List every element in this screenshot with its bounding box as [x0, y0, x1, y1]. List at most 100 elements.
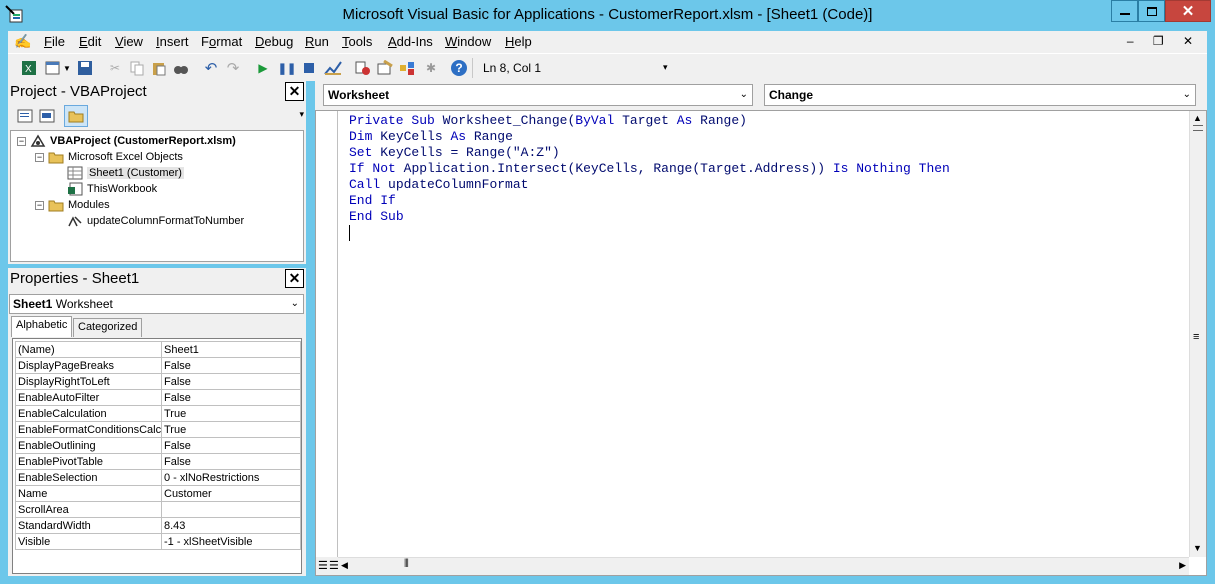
- menu-help[interactable]: Help: [505, 34, 532, 49]
- close-button[interactable]: ✕: [1165, 0, 1211, 22]
- property-value[interactable]: Sheet1: [161, 341, 301, 358]
- property-row[interactable]: Visible -1 - xlSheetVisible: [15, 533, 301, 550]
- tree-node-vbaproject[interactable]: − VBAProject (CustomerReport.xlsm): [17, 134, 236, 148]
- procedure-combo[interactable]: Change ⌄: [764, 84, 1196, 106]
- maximize-button[interactable]: [1138, 0, 1165, 22]
- property-value[interactable]: [161, 501, 301, 518]
- vba-menu-icon[interactable]: ✍: [14, 33, 31, 50]
- property-row[interactable]: EnableAutoFilter False: [15, 389, 301, 406]
- procedure-view-icon[interactable]: ☰: [318, 559, 328, 572]
- menu-view[interactable]: View: [115, 34, 143, 49]
- code-line[interactable]: Set KeyCells = Range("A:Z"): [349, 145, 950, 161]
- code-line[interactable]: [349, 225, 950, 241]
- properties-pane-close-button[interactable]: ✕: [285, 269, 304, 288]
- property-row[interactable]: StandardWidth 8.43: [15, 517, 301, 534]
- mdi-window-controls[interactable]: ‒ ❐ ✕: [1127, 34, 1201, 48]
- save-icon[interactable]: [76, 59, 94, 77]
- cut-icon[interactable]: ✂: [106, 59, 124, 77]
- menu-window[interactable]: Window: [445, 34, 491, 49]
- code-line[interactable]: End If: [349, 193, 950, 209]
- copy-icon[interactable]: [128, 59, 146, 77]
- minimize-button[interactable]: [1111, 0, 1138, 22]
- tree-node-modules[interactable]: − Modules: [35, 198, 110, 212]
- scroll-up-icon[interactable]: ▲: [1193, 113, 1202, 123]
- property-value[interactable]: False: [161, 373, 301, 390]
- scroll-thumb-grip-icon[interactable]: ⦀: [404, 558, 409, 571]
- properties-icon[interactable]: [376, 59, 394, 77]
- tree-node-excel-objects[interactable]: − Microsoft Excel Objects: [35, 150, 183, 164]
- tab-alphabetic[interactable]: Alphabetic: [11, 316, 73, 337]
- break-icon[interactable]: ❚❚: [278, 59, 296, 77]
- tree-node-thisworkbook[interactable]: ThisWorkbook: [67, 182, 157, 196]
- redo-icon[interactable]: ↷: [224, 59, 242, 77]
- property-row[interactable]: EnableCalculation True: [15, 405, 301, 422]
- tree-node-module[interactable]: updateColumnFormatToNumber: [67, 214, 244, 228]
- code-margin-indicator-bar[interactable]: [316, 111, 338, 557]
- pane-toolbar-overflow-icon[interactable]: ▾: [299, 109, 304, 120]
- code-editor[interactable]: Private Sub Worksheet_Change(ByVal Targe…: [315, 110, 1207, 576]
- split-bar-icon[interactable]: [1193, 125, 1203, 131]
- paste-icon[interactable]: [150, 59, 168, 77]
- object-browser-icon[interactable]: [398, 59, 416, 77]
- object-selector[interactable]: Sheet1 Worksheet ⌄: [9, 294, 304, 314]
- property-value[interactable]: False: [161, 453, 301, 470]
- run-icon[interactable]: ▶: [254, 59, 272, 77]
- scroll-left-icon[interactable]: ◀: [341, 560, 348, 571]
- toggle-folders-icon[interactable]: [64, 105, 88, 127]
- property-value[interactable]: False: [161, 437, 301, 454]
- design-mode-icon[interactable]: [324, 59, 342, 77]
- code-line[interactable]: Call updateColumnFormat: [349, 177, 950, 193]
- property-row[interactable]: DisplayPageBreaks False: [15, 357, 301, 374]
- tree-node-sheet1[interactable]: Sheet1 (Customer): [67, 166, 184, 180]
- undo-icon[interactable]: ↶: [202, 59, 220, 77]
- collapse-icon[interactable]: −: [35, 152, 44, 162]
- project-explorer-icon[interactable]: [354, 59, 372, 77]
- menu-tools[interactable]: Tools: [342, 34, 372, 49]
- menu-add-ins[interactable]: Add-Ins: [388, 34, 433, 49]
- property-value[interactable]: 8.43: [161, 517, 301, 534]
- property-row[interactable]: (Name) Sheet1: [15, 341, 301, 358]
- menu-file[interactable]: File: [44, 34, 65, 49]
- property-row[interactable]: EnableFormatConditionsCalcul True: [15, 421, 301, 438]
- menu-run[interactable]: Run: [305, 34, 329, 49]
- property-value[interactable]: True: [161, 421, 301, 438]
- collapse-icon[interactable]: −: [17, 136, 26, 146]
- view-object-icon[interactable]: [38, 107, 56, 125]
- code-line[interactable]: End Sub: [349, 209, 950, 225]
- project-pane-close-button[interactable]: ✕: [285, 82, 304, 101]
- code-text[interactable]: Private Sub Worksheet_Change(ByVal Targe…: [349, 113, 950, 241]
- vertical-scrollbar[interactable]: ▲ ≡ ▼: [1189, 111, 1206, 557]
- scroll-down-icon[interactable]: ▼: [1193, 543, 1202, 553]
- scroll-right-icon[interactable]: ▶: [1179, 560, 1186, 571]
- toolbar-overflow-icon[interactable]: ▾: [663, 62, 668, 73]
- property-value[interactable]: -1 - xlSheetVisible: [161, 533, 301, 550]
- view-code-icon[interactable]: [16, 107, 34, 125]
- property-value[interactable]: 0 - xlNoRestrictions: [161, 469, 301, 486]
- menu-format[interactable]: Format: [201, 34, 242, 49]
- help-icon[interactable]: ?: [450, 59, 468, 77]
- property-row[interactable]: EnableSelection 0 - xlNoRestrictions: [15, 469, 301, 486]
- insert-module-icon[interactable]: [44, 59, 62, 77]
- menu-debug[interactable]: Debug: [255, 34, 293, 49]
- insert-dropdown-icon[interactable]: ▼: [62, 59, 72, 77]
- property-row[interactable]: EnablePivotTable False: [15, 453, 301, 470]
- property-row[interactable]: EnableOutlining False: [15, 437, 301, 454]
- property-value[interactable]: False: [161, 389, 301, 406]
- tab-categorized[interactable]: Categorized: [73, 318, 143, 337]
- reset-icon[interactable]: [300, 59, 318, 77]
- property-value[interactable]: True: [161, 405, 301, 422]
- code-line[interactable]: Private Sub Worksheet_Change(ByVal Targe…: [349, 113, 950, 129]
- find-icon[interactable]: [172, 59, 190, 77]
- property-row[interactable]: Name Customer: [15, 485, 301, 502]
- collapse-icon[interactable]: −: [35, 200, 44, 210]
- toolbox-icon[interactable]: ✱: [422, 59, 440, 77]
- property-row[interactable]: DisplayRightToLeft False: [15, 373, 301, 390]
- property-value[interactable]: False: [161, 357, 301, 374]
- code-line[interactable]: Dim KeyCells As Range: [349, 129, 950, 145]
- excel-icon[interactable]: X: [20, 59, 38, 77]
- menu-insert[interactable]: Insert: [156, 34, 189, 49]
- property-value[interactable]: Customer: [161, 485, 301, 502]
- property-row[interactable]: ScrollArea: [15, 501, 301, 518]
- scroll-thumb-grip-icon[interactable]: ≡: [1193, 331, 1199, 343]
- horizontal-scrollbar[interactable]: ◀ ⦀ ▶: [338, 557, 1189, 575]
